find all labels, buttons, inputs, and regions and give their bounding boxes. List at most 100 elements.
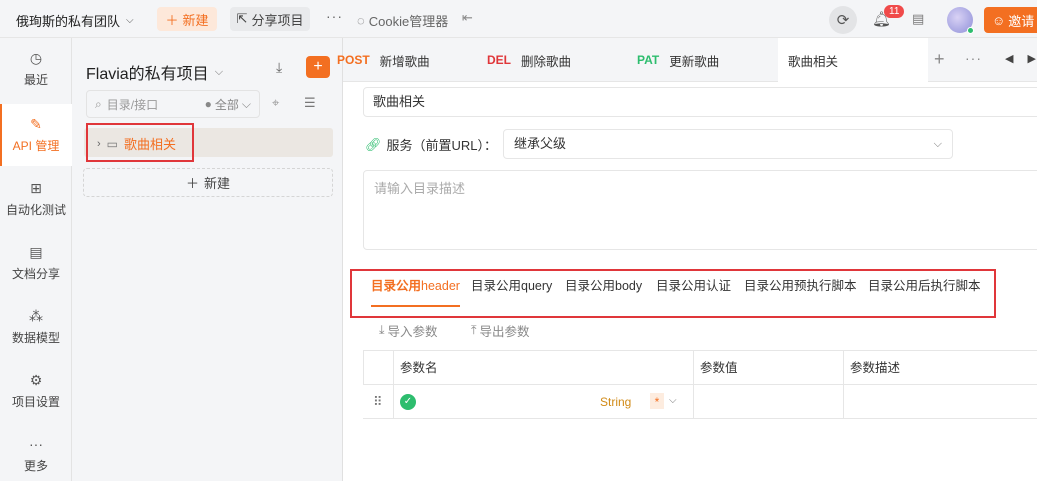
- nav-item-automation[interactable]: ⊞ 自动化测试: [0, 168, 72, 230]
- link-icon: 🔗︎: [365, 136, 382, 152]
- subtab-post-script[interactable]: 目录公用后执行脚本: [868, 279, 981, 307]
- method-badge: POST: [337, 53, 370, 67]
- folder-item[interactable]: › ▭ 歌曲相关: [97, 134, 176, 153]
- export-params-button[interactable]: ⤒ 导出参数: [471, 321, 530, 340]
- chevron-down-icon: ⌵: [214, 65, 224, 78]
- team-switcher[interactable]: 俄珣斯的私有团队 ⌵: [16, 11, 134, 30]
- table-header: 参数名 参数值 参数描述: [363, 351, 1037, 385]
- tab-delete[interactable]: DEL 删除歌曲: [487, 38, 571, 82]
- subtab-prefix: 目录公用: [471, 279, 522, 293]
- add-tab-icon[interactable]: +: [934, 49, 945, 70]
- nav-item-more[interactable]: ··· 更多: [0, 424, 72, 481]
- params-table: 参数名 参数值 参数描述 ⠿ ✓ String * ⌵: [363, 350, 1037, 420]
- team-name: 俄珣斯的私有团队: [16, 14, 121, 29]
- tab-label: 更新歌曲: [669, 54, 720, 69]
- column-header: 参数描述: [843, 351, 1037, 384]
- new-item-button[interactable]: ＋ 新建: [83, 168, 333, 197]
- nav-label: API 管理: [12, 139, 60, 153]
- check-icon[interactable]: ✓: [400, 394, 416, 410]
- notification-badge: 11: [884, 5, 905, 18]
- invite-button[interactable]: ☺ 邀请: [984, 7, 1037, 33]
- required-toggle[interactable]: *: [650, 393, 664, 409]
- subtab-auth[interactable]: 目录公用认证: [656, 279, 731, 307]
- more-icon[interactable]: ···: [965, 50, 982, 66]
- search-placeholder: 目录/接口: [106, 97, 159, 112]
- chevron-down-icon: ⌵: [126, 15, 134, 26]
- new-button-label: 新建: [182, 12, 209, 28]
- nav-item-api-management[interactable]: ✎ API 管理: [0, 104, 72, 166]
- settings-icon: ⚙: [29, 372, 43, 388]
- invite-label: 邀请: [1008, 13, 1035, 29]
- param-name-cell[interactable]: [393, 385, 693, 418]
- automation-icon: ⊞: [30, 180, 42, 196]
- add-button[interactable]: +: [306, 56, 330, 78]
- nav-item-project-settings[interactable]: ⚙ 项目设置: [0, 360, 72, 422]
- import-icon[interactable]: ⤓: [276, 59, 282, 76]
- arrow-right-icon[interactable]: ▶: [1027, 52, 1035, 65]
- left-nav: ◷ 最近 ✎ API 管理 ⊞ 自动化测试 ▤ 文档分享 ⁂ 数据模型 ⚙ 项目…: [0, 38, 72, 481]
- type-select[interactable]: String: [600, 395, 631, 409]
- description-field[interactable]: 请输入目录描述: [363, 170, 1037, 250]
- upload-icon: ⤒: [471, 323, 477, 337]
- chevron-right-icon[interactable]: ›: [97, 138, 101, 150]
- service-value: 继承父级: [514, 136, 567, 151]
- project-title-text: Flavia的私有项目: [86, 66, 209, 83]
- export-params-label: 导出参数: [479, 325, 530, 339]
- nav-item-data-model[interactable]: ⁂ 数据模型: [0, 296, 72, 358]
- search-icon: ⌕: [95, 96, 102, 111]
- subtab-body[interactable]: 目录公用body: [565, 279, 642, 307]
- avatar[interactable]: [947, 7, 974, 34]
- filter-select[interactable]: ● 全部 ⌵: [205, 96, 251, 113]
- sync-icon[interactable]: ⟳: [829, 6, 857, 34]
- subtab-pre-script[interactable]: 目录公用预执行脚本: [744, 279, 857, 307]
- folder-name-field[interactable]: 歌曲相关: [363, 87, 1037, 117]
- online-status-dot: [967, 27, 974, 34]
- tab-patch[interactable]: PAT 更新歌曲: [637, 38, 719, 82]
- tab-label: 歌曲相关: [788, 54, 839, 69]
- tab-folder[interactable]: 歌曲相关: [778, 38, 928, 82]
- subtab-prefix: 目录公用预执行脚本: [744, 279, 857, 293]
- main-panel: POST 新增歌曲 DEL 删除歌曲 PAT 更新歌曲 歌曲相关 + ··· ◀…: [337, 38, 1037, 481]
- service-select[interactable]: 继承父级 ⌵: [503, 129, 953, 159]
- locate-icon[interactable]: ⌖: [272, 95, 279, 111]
- cookie-icon: ◌: [357, 13, 365, 28]
- search-input[interactable]: ⌕ 目录/接口 ● 全部 ⌵: [86, 90, 260, 118]
- nav-item-recent[interactable]: ◷ 最近: [0, 38, 72, 100]
- nav-label: 文档分享: [11, 267, 60, 281]
- column-header: 参数名: [393, 351, 693, 384]
- subtab-prefix: 目录公用后执行脚本: [868, 279, 981, 293]
- more-icon[interactable]: ···: [326, 8, 343, 24]
- method-badge: DEL: [487, 53, 511, 67]
- tab-post[interactable]: POST 新增歌曲: [337, 38, 430, 82]
- share-icon: ⇱: [236, 11, 248, 26]
- chevron-down-icon: ⌵: [241, 96, 251, 111]
- new-item-label: 新建: [204, 176, 231, 191]
- service-label-text: 服务（前置URL）：: [386, 138, 498, 153]
- subtab-header[interactable]: 目录公用header: [371, 279, 460, 307]
- param-desc-cell[interactable]: [843, 385, 1037, 418]
- drag-handle-icon[interactable]: ⠿: [373, 394, 383, 410]
- sort-icon[interactable]: ☰: [304, 95, 316, 111]
- subtab-query[interactable]: 目录公用query: [471, 279, 552, 307]
- subtab-prefix: 目录公用: [371, 279, 422, 293]
- cookie-manager-button[interactable]: ◌ Cookie管理器: [357, 11, 448, 30]
- import-params-label: 导入参数: [387, 325, 438, 339]
- plus-icon: ＋: [185, 176, 199, 191]
- method-badge: PAT: [637, 53, 660, 67]
- plus-icon: ＋: [165, 12, 179, 28]
- arrow-left-icon[interactable]: ◀: [1005, 52, 1013, 65]
- document-icon[interactable]: ▤: [912, 11, 924, 27]
- service-label: 🔗︎ 服务（前置URL）：: [365, 135, 497, 154]
- project-title[interactable]: Flavia的私有项目 ⌵: [86, 60, 223, 84]
- import-params-button[interactable]: ⤓ 导入参数: [379, 321, 438, 340]
- api-icon: ✎: [30, 116, 42, 132]
- collapse-icon[interactable]: ⇤: [462, 10, 473, 26]
- tab-label: 新增歌曲: [379, 54, 430, 69]
- nav-item-doc-share[interactable]: ▤ 文档分享: [0, 232, 72, 294]
- share-project-button[interactable]: ⇱ 分享项目: [230, 7, 310, 31]
- table-row: ⠿ ✓ String * ⌵: [363, 385, 1037, 419]
- param-value-cell[interactable]: [693, 385, 843, 418]
- chevron-down-icon[interactable]: ⌵: [669, 395, 677, 406]
- more-icon: ···: [29, 436, 43, 452]
- new-button[interactable]: ＋ 新建: [157, 7, 217, 31]
